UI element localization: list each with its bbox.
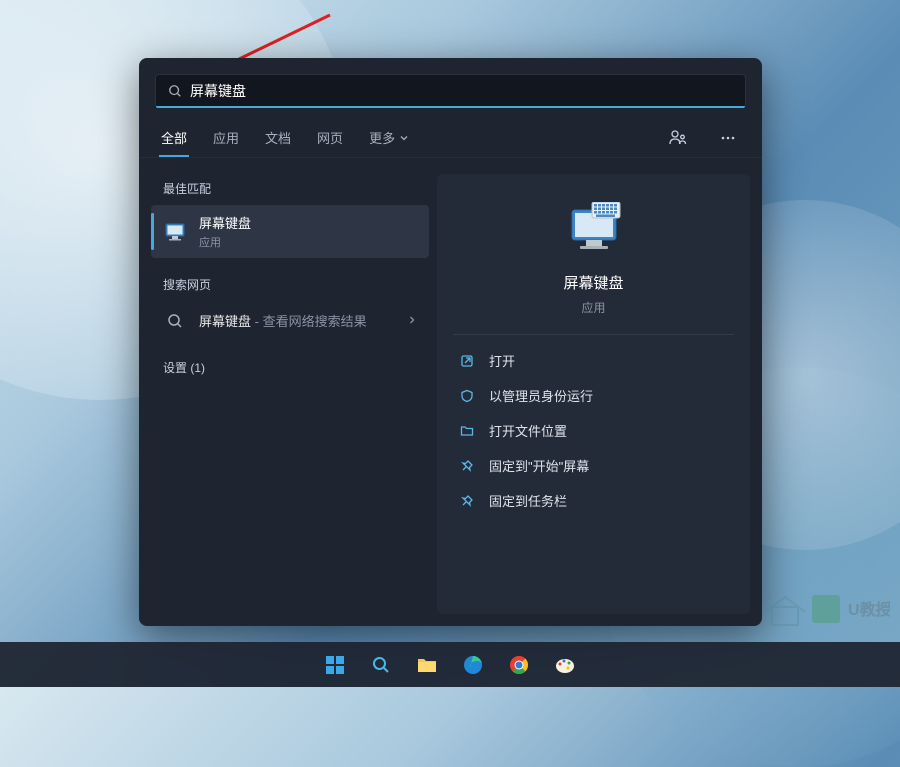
taskbar: [0, 642, 900, 687]
tabs-row: 全部 应用 文档 网页 更多: [139, 118, 762, 158]
result-title: 屏幕键盘: [199, 213, 417, 232]
account-icon[interactable]: [664, 124, 692, 152]
result-text: 屏幕键盘 应用: [199, 213, 417, 250]
action-run-admin[interactable]: 以管理员身份运行: [453, 378, 734, 413]
taskbar-search[interactable]: [362, 646, 400, 684]
tab-more[interactable]: 更多: [367, 118, 411, 157]
taskbar-explorer[interactable]: [408, 646, 446, 684]
search-box-container: [139, 58, 762, 118]
chevron-right-icon: [407, 312, 417, 330]
content-area: 最佳匹配 屏幕键盘 应用 搜索网页: [139, 158, 762, 626]
action-label: 打开文件位置: [489, 421, 567, 440]
action-label: 固定到"开始"屏幕: [489, 456, 589, 475]
app-icon: [163, 220, 187, 244]
open-icon: [459, 353, 475, 369]
search-box[interactable]: [155, 74, 746, 108]
search-panel: 全部 应用 文档 网页 更多 最佳匹配: [139, 58, 762, 626]
tab-web[interactable]: 网页: [315, 118, 345, 157]
taskbar-edge[interactable]: [454, 646, 492, 684]
preview-column: 屏幕键盘 应用 打开 以管理员身份运行 打开文件位置: [437, 174, 750, 614]
chevron-down-icon: [399, 133, 409, 143]
admin-icon: [459, 388, 475, 404]
search-icon: [168, 84, 182, 98]
search-icon: [163, 309, 187, 333]
tab-all[interactable]: 全部: [159, 118, 189, 157]
tab-documents[interactable]: 文档: [263, 118, 293, 157]
divider: [453, 334, 734, 335]
preview-title: 屏幕键盘: [453, 272, 734, 293]
search-input[interactable]: [190, 83, 733, 99]
section-search-web: 搜索网页: [151, 270, 429, 301]
start-button[interactable]: [316, 646, 354, 684]
action-label: 固定到任务栏: [489, 491, 567, 510]
action-label: 以管理员身份运行: [489, 386, 593, 405]
result-best-match[interactable]: 屏幕键盘 应用: [151, 205, 429, 258]
preview-icon: [453, 202, 734, 258]
action-pin-taskbar[interactable]: 固定到任务栏: [453, 483, 734, 518]
tab-more-label: 更多: [369, 128, 395, 147]
more-options-icon[interactable]: [714, 124, 742, 152]
action-label: 打开: [489, 351, 515, 370]
web-result-suffix: - 查看网络搜索结果: [251, 314, 367, 329]
web-result-prefix: 屏幕键盘: [199, 314, 251, 329]
section-settings[interactable]: 设置 (1): [151, 353, 429, 380]
action-open[interactable]: 打开: [453, 343, 734, 378]
results-column: 最佳匹配 屏幕键盘 应用 搜索网页: [151, 174, 429, 614]
action-pin-start[interactable]: 固定到"开始"屏幕: [453, 448, 734, 483]
folder-icon: [459, 423, 475, 439]
tab-apps[interactable]: 应用: [211, 118, 241, 157]
result-subtitle: 应用: [199, 234, 417, 250]
preview-subtitle: 应用: [453, 299, 734, 316]
watermark-logo: U教授: [760, 587, 890, 637]
action-open-location[interactable]: 打开文件位置: [453, 413, 734, 448]
result-text: 屏幕键盘 - 查看网络搜索结果: [199, 311, 395, 331]
svg-text:U教授: U教授: [848, 600, 890, 619]
taskbar-chrome[interactable]: [500, 646, 538, 684]
pin-icon: [459, 458, 475, 474]
section-best-match: 最佳匹配: [151, 174, 429, 205]
pin-icon: [459, 493, 475, 509]
result-web-search[interactable]: 屏幕键盘 - 查看网络搜索结果: [151, 301, 429, 341]
taskbar-paint[interactable]: [546, 646, 584, 684]
